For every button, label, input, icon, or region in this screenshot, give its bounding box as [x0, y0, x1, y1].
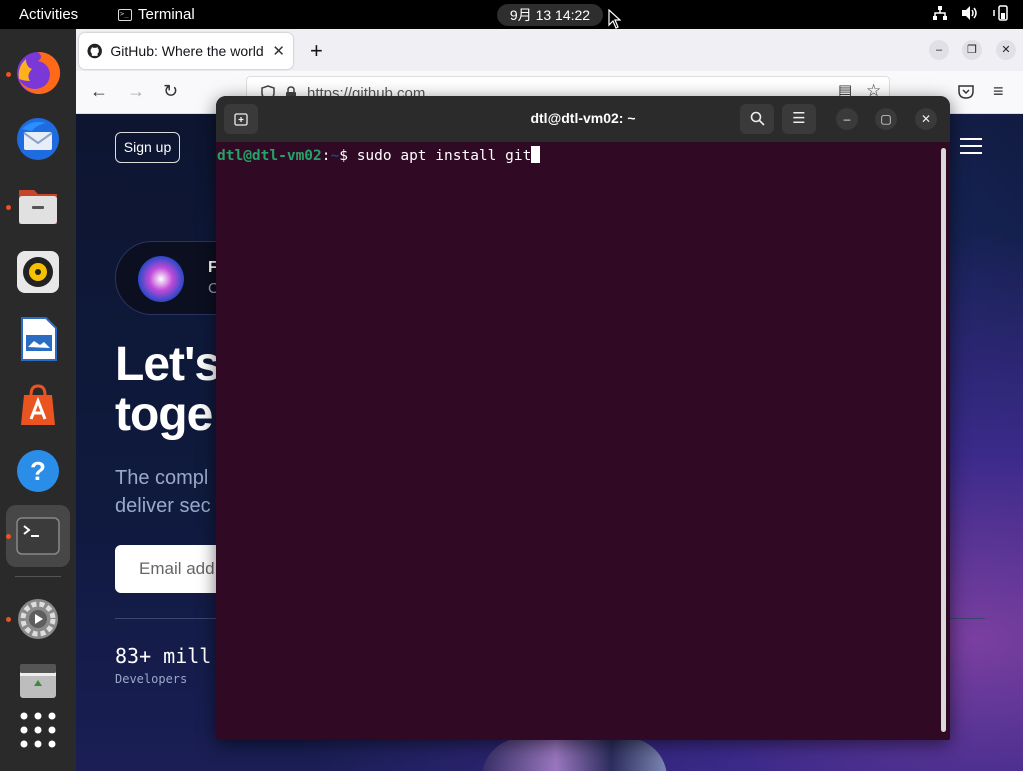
libreoffice-writer-icon[interactable]: [14, 315, 62, 363]
terminal-header-bar[interactable]: dtl@dtl-vm02: ~ ☰ – ▢ ✕: [216, 96, 950, 142]
mouse-pointer-icon: [608, 9, 621, 29]
tab-title: GitHub: Where the world: [110, 43, 264, 59]
top-bar: Activities >_ Terminal 9月 13 14:22: [0, 0, 1023, 29]
ubuntu-software-icon[interactable]: [14, 381, 62, 429]
forward-icon[interactable]: →: [127, 81, 145, 102]
app-menu[interactable]: >_ Terminal: [118, 6, 195, 23]
github-favicon-icon: [87, 43, 102, 59]
trash-icon[interactable]: [14, 656, 62, 704]
running-indicator: [6, 617, 11, 622]
command-text: sudo apt install git: [356, 148, 532, 164]
terminal-prompt-line: dtl@dtl-vm02:~$ sudo apt install git: [217, 146, 940, 164]
menu-icon[interactable]: ≡: [993, 81, 1004, 102]
app-menu-label: Terminal: [138, 6, 195, 23]
prompt-separator: :: [321, 148, 331, 164]
browser-close-button[interactable]: ✕: [996, 40, 1016, 60]
running-indicator: [6, 534, 11, 539]
hamburger-menu-icon[interactable]: ☰: [782, 104, 816, 134]
help-icon[interactable]: ?: [14, 447, 62, 495]
terminal-scrollbar[interactable]: [941, 148, 946, 732]
search-icon[interactable]: [740, 104, 774, 134]
system-tray[interactable]: [932, 5, 1010, 21]
volume-icon: [962, 6, 977, 20]
hero-headline: Let's toge: [115, 338, 221, 441]
terminal-output[interactable]: dtl@dtl-vm02:~$ sudo apt install git: [216, 142, 940, 740]
sign-up-button[interactable]: Sign up: [115, 132, 180, 163]
stat-label: Developers: [115, 672, 188, 686]
thunderbird-icon[interactable]: [14, 115, 62, 163]
firefox-icon[interactable]: [14, 49, 62, 97]
prompt-symbol: $: [339, 148, 357, 164]
hamburger-menu-icon[interactable]: [960, 138, 982, 159]
stat-number: 83+ mill: [115, 644, 212, 668]
mascot-illustration: [482, 738, 667, 771]
show-apps-icon[interactable]: [14, 706, 62, 754]
hero-headline-line: toge: [115, 388, 213, 441]
hero-headline-line: Let's: [115, 338, 221, 391]
back-icon[interactable]: ←: [90, 81, 108, 102]
terminal-minimize-button[interactable]: –: [836, 108, 858, 130]
network-icon: [933, 6, 947, 20]
files-icon[interactable]: [14, 182, 62, 230]
running-indicator: [6, 205, 11, 210]
tab-bar: GitHub: Where the world ✕ + – ❐ ✕: [76, 29, 1023, 71]
text-cursor: [531, 146, 541, 163]
terminal-close-button[interactable]: ✕: [915, 108, 937, 130]
running-indicator: [6, 72, 11, 77]
hero-subheading-line: The compl: [115, 467, 209, 489]
hero-subheading: The compl deliver sec: [115, 464, 211, 520]
settings-icon[interactable]: [14, 595, 62, 643]
browser-restore-button[interactable]: ❐: [962, 40, 982, 60]
new-tab-button[interactable]: +: [310, 38, 323, 64]
activities-button[interactable]: Activities: [19, 6, 78, 23]
dock: ?: [0, 29, 76, 771]
dock-separator: [15, 576, 61, 577]
prompt-user: dtl@dtl-vm02: [217, 148, 322, 164]
terminal-icon[interactable]: [14, 512, 62, 560]
terminal-window[interactable]: dtl@dtl-vm02: ~ ☰ – ▢ ✕ dtl@dtl-vm02:~$ …: [216, 96, 950, 740]
rhythmbox-icon[interactable]: [14, 248, 62, 296]
terminal-maximize-button[interactable]: ▢: [875, 108, 897, 130]
octocat-avatar-icon: [138, 256, 184, 302]
clock[interactable]: 9月 13 14:22: [497, 4, 603, 26]
tab-close-icon[interactable]: ✕: [272, 42, 285, 60]
prompt-path: ~: [330, 148, 340, 164]
reload-icon[interactable]: ↻: [163, 81, 178, 102]
battery-icon: [993, 5, 1008, 21]
hero-subheading-line: deliver sec: [115, 495, 211, 517]
browser-minimize-button[interactable]: –: [929, 40, 949, 60]
terminal-app-icon: >_: [118, 8, 132, 21]
pocket-icon[interactable]: [958, 84, 974, 99]
browser-tab[interactable]: GitHub: Where the world ✕: [79, 33, 293, 69]
svg-text:?: ?: [30, 456, 46, 486]
